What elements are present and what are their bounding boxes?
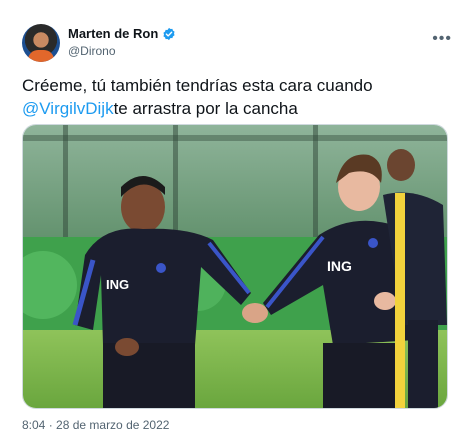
- tweet-time: 8:04: [22, 418, 46, 432]
- shirt-text-left: ING: [106, 277, 129, 292]
- display-name-row: Marten de Ron: [68, 26, 176, 41]
- author-names: Marten de Ron @Dirono: [68, 26, 176, 58]
- verified-badge-icon: [163, 27, 175, 40]
- tweet-text: Créeme, tú también tendrías esta cara cu…: [22, 74, 452, 120]
- tweet-timestamp[interactable]: 8:04 · 28 de marzo de 2022: [22, 418, 169, 432]
- tweet-date: 28 de marzo de 2022: [56, 418, 170, 432]
- avatar[interactable]: [22, 24, 60, 62]
- tweet-photo[interactable]: ING ING: [22, 124, 448, 409]
- tweet-text-before: Créeme, tú también tendrías esta cara cu…: [22, 76, 373, 95]
- meta-separator: ·: [45, 418, 57, 432]
- photo-scene: ING ING: [23, 125, 447, 408]
- display-name[interactable]: Marten de Ron: [68, 26, 158, 41]
- shirt-text-right: ING: [327, 258, 352, 274]
- user-handle[interactable]: @Dirono: [68, 44, 176, 58]
- more-options-icon[interactable]: •••: [432, 30, 452, 48]
- tweet-card: Marten de Ron @Dirono ••• Créeme, tú tam…: [0, 0, 474, 444]
- tweet-header: Marten de Ron @Dirono •••: [22, 24, 452, 64]
- mention-link[interactable]: @VirgilvDijk: [22, 99, 114, 118]
- tweet-text-after: te arrastra por la cancha: [113, 99, 298, 118]
- training-pole: [395, 193, 405, 408]
